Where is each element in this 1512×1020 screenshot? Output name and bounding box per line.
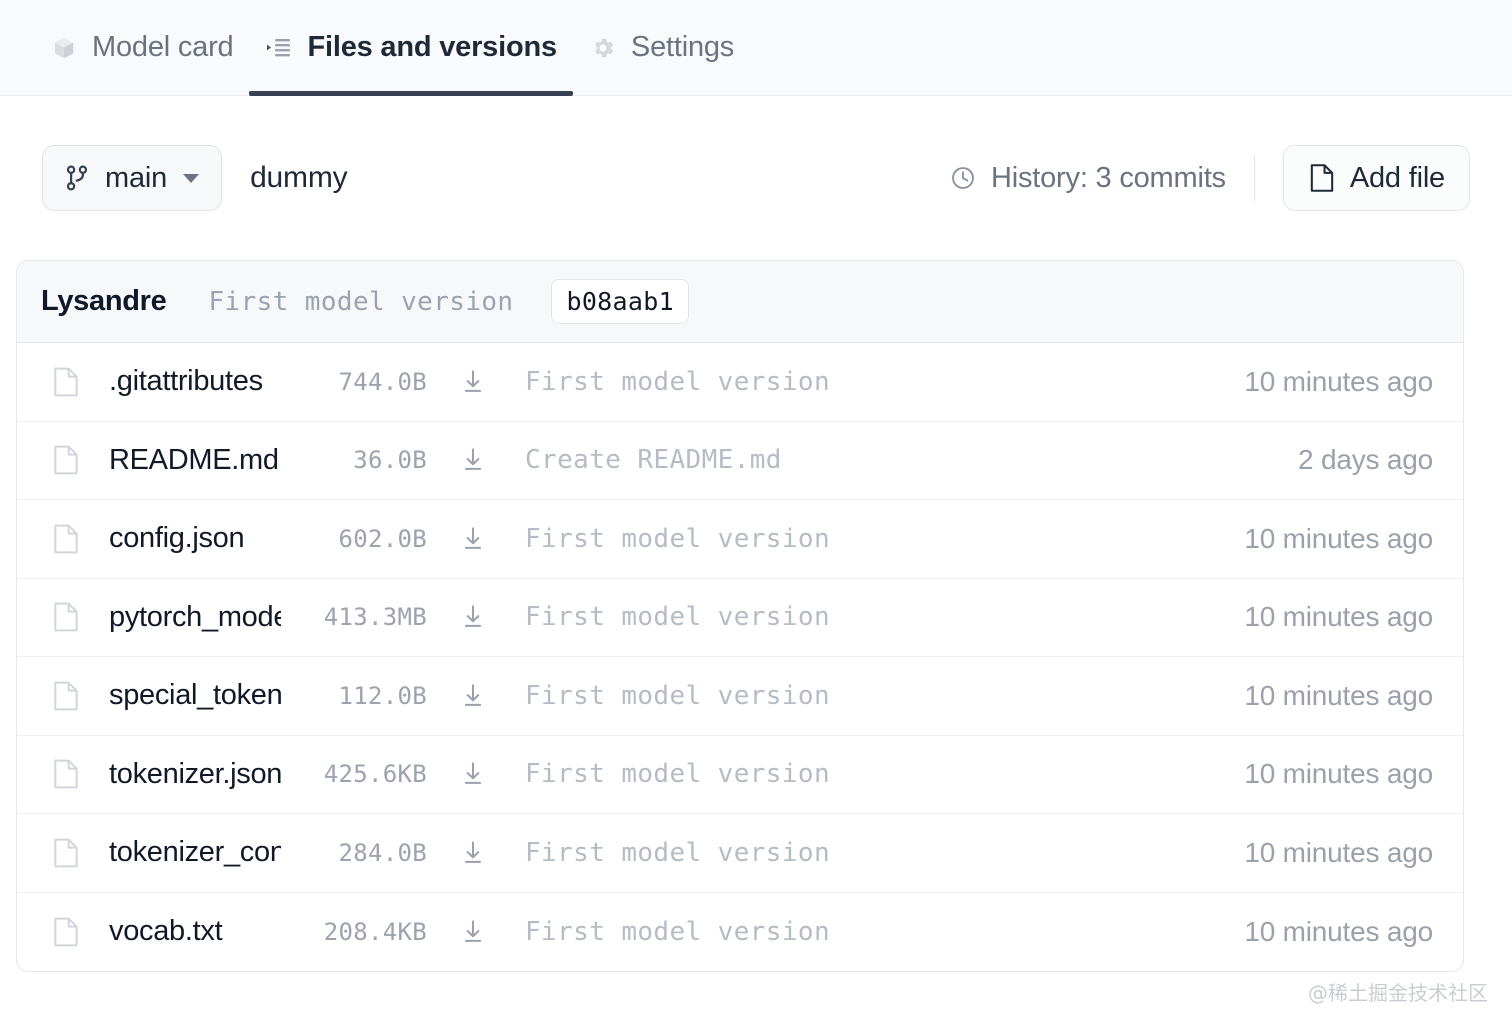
file-timestamp: 10 minutes ago (1244, 837, 1433, 869)
file-commit-message[interactable]: First model version (525, 367, 830, 397)
file-name-link[interactable]: .gitattributes (109, 365, 263, 397)
file-name-cell: tokenizer.json (109, 758, 281, 791)
file-size: 425.6KB (281, 760, 427, 788)
file-name-cell: pytorch_model.bin (109, 601, 281, 634)
file-icon (53, 444, 79, 476)
commit-author[interactable]: Lysandre (41, 285, 166, 318)
file-rows-container: .gitattributes 744.0B First model versio… (17, 343, 1463, 971)
file-name-link[interactable]: vocab.txt (109, 915, 222, 947)
commit-message[interactable]: First model version (208, 287, 513, 317)
download-icon[interactable] (459, 525, 487, 553)
file-icon (53, 601, 79, 633)
branch-name-label: main (105, 162, 167, 195)
download-icon[interactable] (459, 839, 487, 867)
file-icon (53, 523, 79, 555)
file-name-link[interactable]: tokenizer_config.json (109, 836, 281, 868)
file-timestamp: 10 minutes ago (1244, 680, 1433, 712)
table-row[interactable]: pytorch_model.bin 413.3MB First model ve… (17, 579, 1463, 658)
tab-model-card[interactable]: Model card (34, 0, 249, 96)
branch-selector[interactable]: main (42, 145, 222, 211)
active-tab-indicator (249, 91, 572, 96)
file-commit-message[interactable]: First model version (525, 524, 830, 554)
git-branch-icon (63, 164, 91, 192)
file-commit-message[interactable]: First model version (525, 602, 830, 632)
commit-hash-badge[interactable]: b08aab1 (551, 279, 688, 324)
file-commit-message[interactable]: First model version (525, 681, 830, 711)
file-name-cell: vocab.txt (109, 915, 281, 948)
repo-header: main dummy History: 3 commits Add file (0, 96, 1512, 260)
file-name-cell: special_tokens_map.json (109, 679, 281, 712)
download-icon[interactable] (459, 603, 487, 631)
file-commit-message[interactable]: First model version (525, 838, 830, 868)
file-timestamp: 10 minutes ago (1244, 366, 1433, 398)
file-size: 744.0B (281, 368, 427, 396)
file-timestamp: 2 days ago (1298, 444, 1433, 476)
add-file-button[interactable]: Add file (1283, 145, 1470, 211)
file-timestamp: 10 minutes ago (1244, 758, 1433, 790)
download-icon[interactable] (459, 918, 487, 946)
header-right-group: History: 3 commits Add file (949, 145, 1470, 211)
tab-model-card-label: Model card (92, 31, 233, 64)
table-row[interactable]: config.json 602.0B First model version 1… (17, 500, 1463, 579)
gear-icon (589, 34, 617, 62)
repo-name: dummy (250, 161, 347, 195)
files-list-icon (265, 34, 293, 62)
tab-files-and-versions[interactable]: Files and versions (249, 0, 572, 96)
file-name-link[interactable]: special_tokens_map.json (109, 679, 281, 711)
chevron-down-icon (183, 174, 199, 183)
file-size: 36.0B (281, 446, 427, 474)
file-size: 284.0B (281, 839, 427, 867)
table-row[interactable]: tokenizer.json 425.6KB First model versi… (17, 736, 1463, 815)
table-row[interactable]: README.md 36.0B Create README.md 2 days … (17, 422, 1463, 501)
file-name-cell: tokenizer_config.json (109, 836, 281, 869)
add-file-label: Add file (1350, 162, 1445, 195)
file-icon (53, 680, 79, 712)
file-timestamp: 10 minutes ago (1244, 523, 1433, 555)
tab-settings[interactable]: Settings (573, 0, 750, 96)
file-icon (53, 366, 79, 398)
latest-commit-header: Lysandre First model version b08aab1 (17, 261, 1463, 343)
file-timestamp: 10 minutes ago (1244, 916, 1433, 948)
download-icon[interactable] (459, 446, 487, 474)
file-name-link[interactable]: tokenizer.json (109, 758, 281, 790)
file-size: 208.4KB (281, 918, 427, 946)
file-commit-message[interactable]: First model version (525, 759, 830, 789)
header-divider (1254, 155, 1255, 201)
table-row[interactable]: .gitattributes 744.0B First model versio… (17, 343, 1463, 422)
watermark: @稀土掘金技术社区 (1308, 977, 1488, 1006)
file-size: 602.0B (281, 525, 427, 553)
file-name-link[interactable]: pytorch_model.bin (109, 601, 281, 633)
file-icon (53, 758, 79, 790)
file-icon (53, 916, 79, 948)
file-list-card: Lysandre First model version b08aab1 .gi… (16, 260, 1464, 972)
file-commit-message[interactable]: First model version (525, 917, 830, 947)
history-link[interactable]: History: 3 commits (949, 162, 1226, 195)
tab-settings-label: Settings (631, 31, 734, 64)
tab-bar: Model card Files and versions Settings (0, 0, 1512, 96)
cube-icon (50, 34, 78, 62)
history-label: History: 3 commits (991, 162, 1226, 195)
clock-icon (949, 164, 977, 192)
file-size: 413.3MB (281, 603, 427, 631)
file-name-link[interactable]: README.md (109, 444, 279, 476)
file-commit-message[interactable]: Create README.md (525, 445, 782, 475)
file-name-cell: config.json (109, 522, 281, 555)
file-icon (53, 837, 79, 869)
file-size: 112.0B (281, 682, 427, 710)
tab-files-and-versions-label: Files and versions (307, 31, 556, 64)
file-name-cell: .gitattributes (109, 365, 281, 398)
file-timestamp: 10 minutes ago (1244, 601, 1433, 633)
file-name-cell: README.md (109, 444, 281, 477)
download-icon[interactable] (459, 368, 487, 396)
table-row[interactable]: tokenizer_config.json 284.0B First model… (17, 814, 1463, 893)
table-row[interactable]: special_tokens_map.json 112.0B First mod… (17, 657, 1463, 736)
file-name-link[interactable]: config.json (109, 522, 244, 554)
table-row[interactable]: vocab.txt 208.4KB First model version 10… (17, 893, 1463, 972)
download-icon[interactable] (459, 682, 487, 710)
download-icon[interactable] (459, 760, 487, 788)
file-icon (1308, 164, 1336, 192)
